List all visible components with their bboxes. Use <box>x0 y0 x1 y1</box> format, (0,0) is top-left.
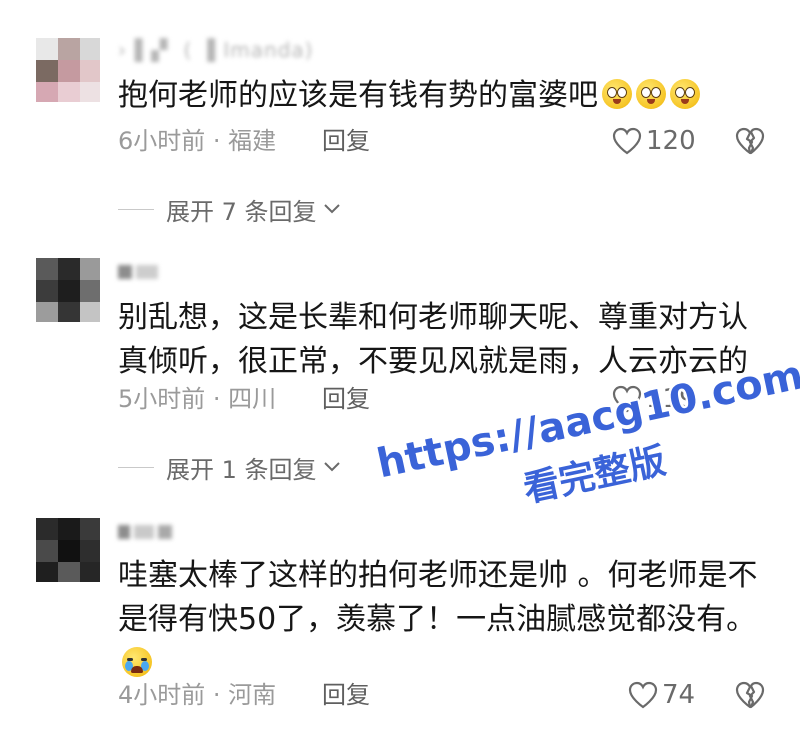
comment-text: 抱何老师的应该是有钱有势的富婆吧 <box>118 74 768 118</box>
username[interactable] <box>118 258 162 280</box>
comment-text-content: 抱何老师的应该是有钱有势的富婆吧 <box>118 78 598 113</box>
comment-text-line: 是得有快50了，羡慕了！一点油腻感觉都没有。 <box>118 602 757 637</box>
surprised-face-emoji <box>636 79 666 109</box>
reply-button[interactable]: 回复 <box>322 126 370 156</box>
comment-text: 别乱想，这是长辈和何老师聊天呢、尊重对方认 真倾听，很正常，不要见风就是雨，人云… <box>118 296 768 384</box>
broken-heart-icon <box>735 127 765 155</box>
heart-icon <box>628 681 658 709</box>
expand-replies-label: 展开 1 条回复 <box>166 455 317 484</box>
surprised-face-emoji <box>670 79 700 109</box>
avatar[interactable] <box>36 518 100 582</box>
chevron-down-icon <box>323 462 340 472</box>
expand-replies-label: 展开 7 条回复 <box>166 197 317 226</box>
like-count: 120 <box>646 126 696 156</box>
heart-icon <box>612 127 642 155</box>
reply-button[interactable]: 回复 <box>322 384 370 414</box>
dislike-button[interactable] <box>734 680 766 710</box>
divider-line <box>118 208 154 210</box>
comment-time-location: 5小时前 · 四川 <box>118 385 277 413</box>
username[interactable]: ›▐▗▘ ( ▐ Imanda) <box>118 38 313 62</box>
username[interactable] <box>118 518 176 540</box>
dislike-button[interactable] <box>734 126 766 156</box>
broken-heart-icon <box>735 681 765 709</box>
reply-button[interactable]: 回复 <box>322 680 370 710</box>
like-button[interactable]: 120 <box>612 126 696 156</box>
expand-replies-button[interactable]: 展开 1 条回复 <box>118 452 341 484</box>
surprised-face-emoji <box>602 79 632 109</box>
like-button[interactable]: 74 <box>628 680 695 710</box>
comment-time-location: 4小时前 · 河南 <box>118 681 277 709</box>
avatar[interactable] <box>36 38 100 102</box>
expand-replies-button[interactable]: 展开 7 条回复 <box>118 194 341 226</box>
like-count: 74 <box>662 680 696 710</box>
comment-time-location: 6小时前 · 福建 <box>118 127 277 155</box>
avatar[interactable] <box>36 258 100 322</box>
divider-line <box>118 466 154 468</box>
chevron-down-icon <box>323 204 340 214</box>
crying-face-emoji <box>122 647 152 677</box>
comment-text-line: 别乱想，这是长辈和何老师聊天呢、尊重对方认 <box>118 300 748 335</box>
